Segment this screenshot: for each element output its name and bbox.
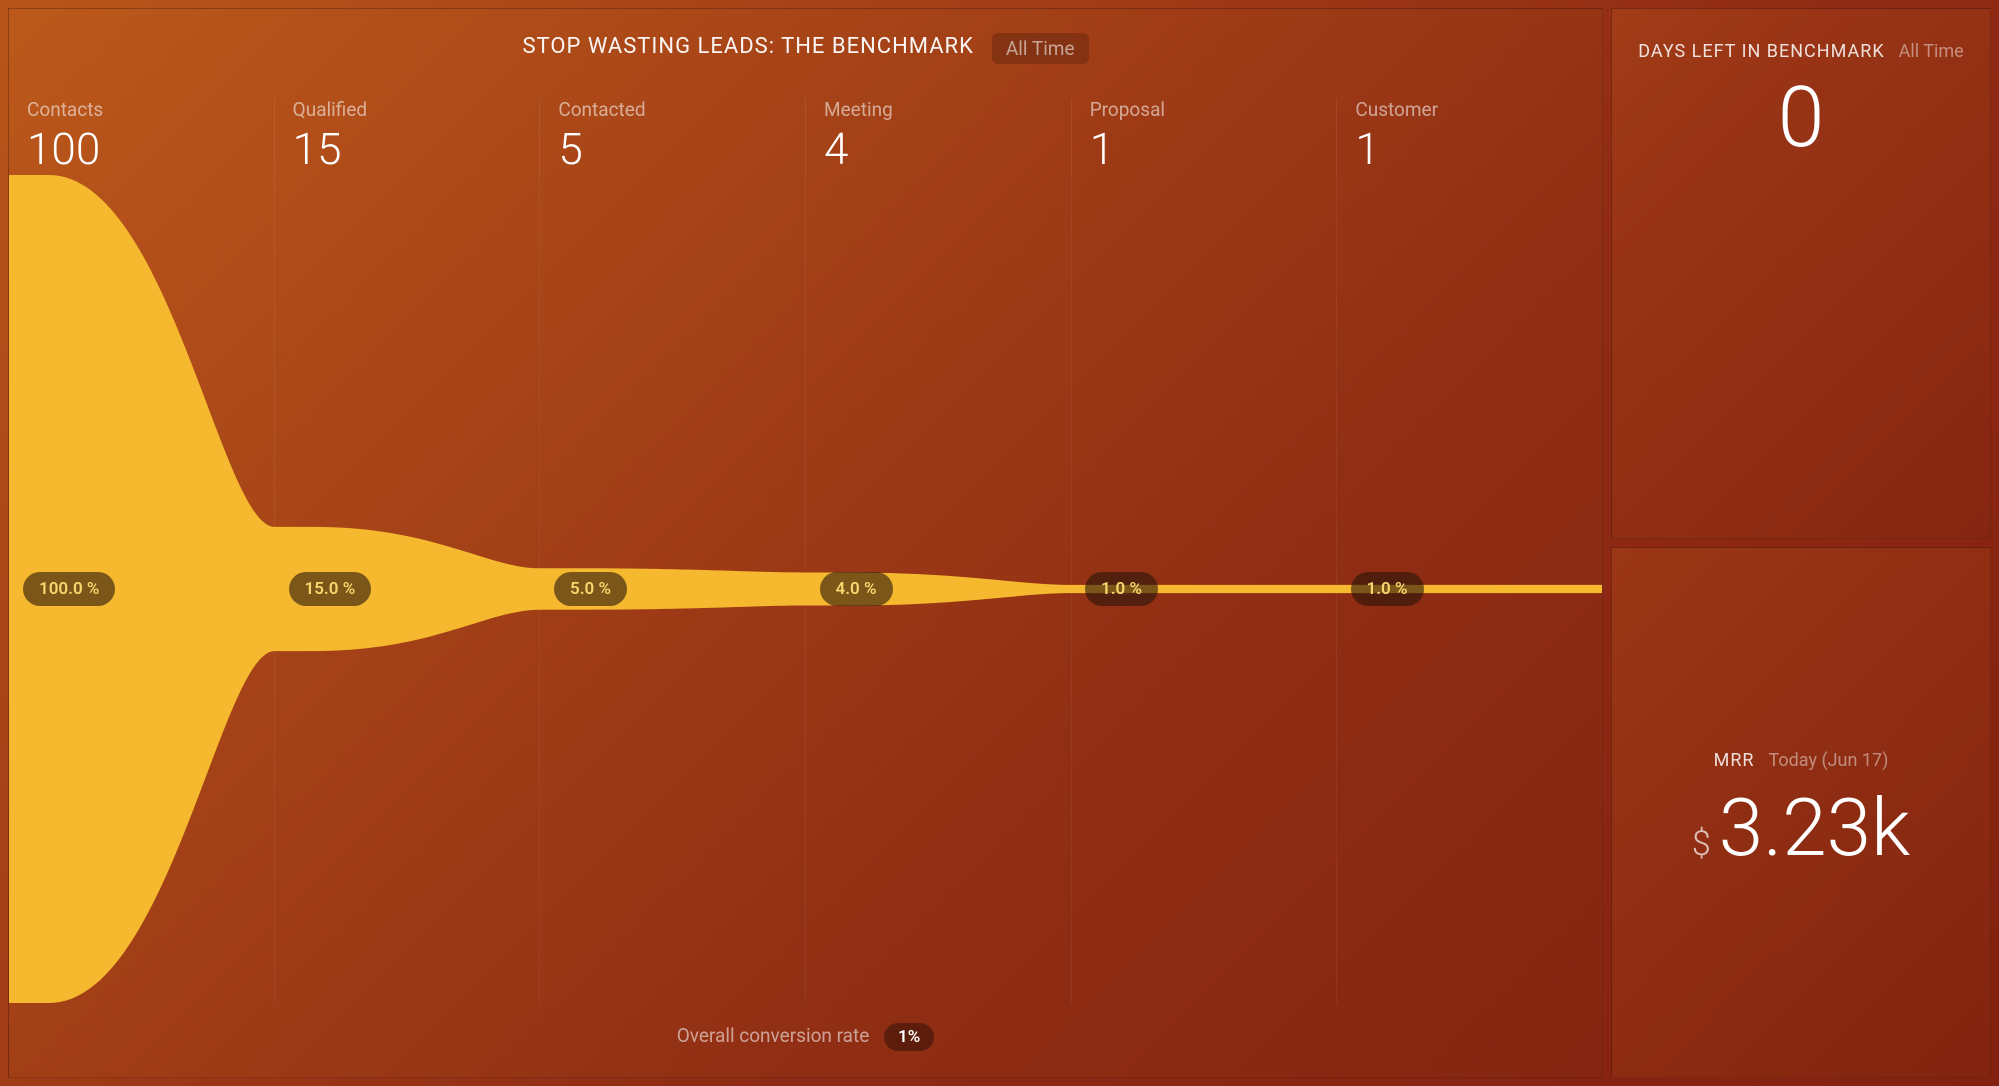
overall-conversion-label: Overall conversion rate <box>677 1024 870 1047</box>
overall-conversion-badge: 1% <box>884 1023 934 1051</box>
stage-head: Proposal 1 <box>1071 98 1337 175</box>
days-left-period: All Time <box>1899 41 1964 62</box>
funnel-header: STOP WASTING LEADS: THE BENCHMARK All Ti… <box>9 9 1602 74</box>
funnel-panel: STOP WASTING LEADS: THE BENCHMARK All Ti… <box>8 8 1603 1078</box>
stage-label: Contacted <box>558 98 805 121</box>
stage-value: 1 <box>1090 123 1337 175</box>
stage-value: 15 <box>293 123 540 175</box>
mrr-value: 3.23k <box>1719 781 1910 875</box>
mrr-currency-prefix: $ <box>1692 824 1711 864</box>
funnel-shape <box>9 175 1602 1003</box>
funnel-chart: 100.0 % 15.0 % 5.0 % 4.0 % 1.0 % 1.0 % <box>9 175 1602 1003</box>
days-left-panel: DAYS LEFT IN BENCHMARK All Time 0 <box>1611 8 1991 539</box>
stage-head: Contacts 100 <box>9 98 274 175</box>
mrr-title: MRR <box>1714 750 1755 771</box>
mrr-panel: MRR Today (Jun 17) $ 3.23k <box>1611 547 1991 1078</box>
funnel-footer: Overall conversion rate 1% <box>9 1003 1602 1077</box>
stage-head: Customer 1 <box>1336 98 1602 175</box>
stage-label: Contacts <box>27 98 274 121</box>
stage-value: 5 <box>558 123 805 175</box>
stage-value: 1 <box>1355 123 1602 175</box>
stage-value: 100 <box>27 123 274 175</box>
stage-label: Qualified <box>293 98 540 121</box>
days-left-title: DAYS LEFT IN BENCHMARK <box>1638 41 1884 62</box>
stage-head: Contacted 5 <box>539 98 805 175</box>
stage-head: Meeting 4 <box>805 98 1071 175</box>
funnel-title: STOP WASTING LEADS: THE BENCHMARK <box>522 34 973 59</box>
funnel-stages-header: Contacts 100 Qualified 15 Contacted 5 Me… <box>9 74 1602 175</box>
stage-head: Qualified 15 <box>274 98 540 175</box>
stage-value: 4 <box>824 123 1071 175</box>
stage-label: Customer <box>1355 98 1602 121</box>
stage-label: Proposal <box>1090 98 1337 121</box>
stage-label: Meeting <box>824 98 1071 121</box>
days-left-value: 0 <box>1778 68 1825 167</box>
mrr-period: Today (Jun 17) <box>1769 750 1889 771</box>
funnel-period-badge[interactable]: All Time <box>992 33 1089 64</box>
